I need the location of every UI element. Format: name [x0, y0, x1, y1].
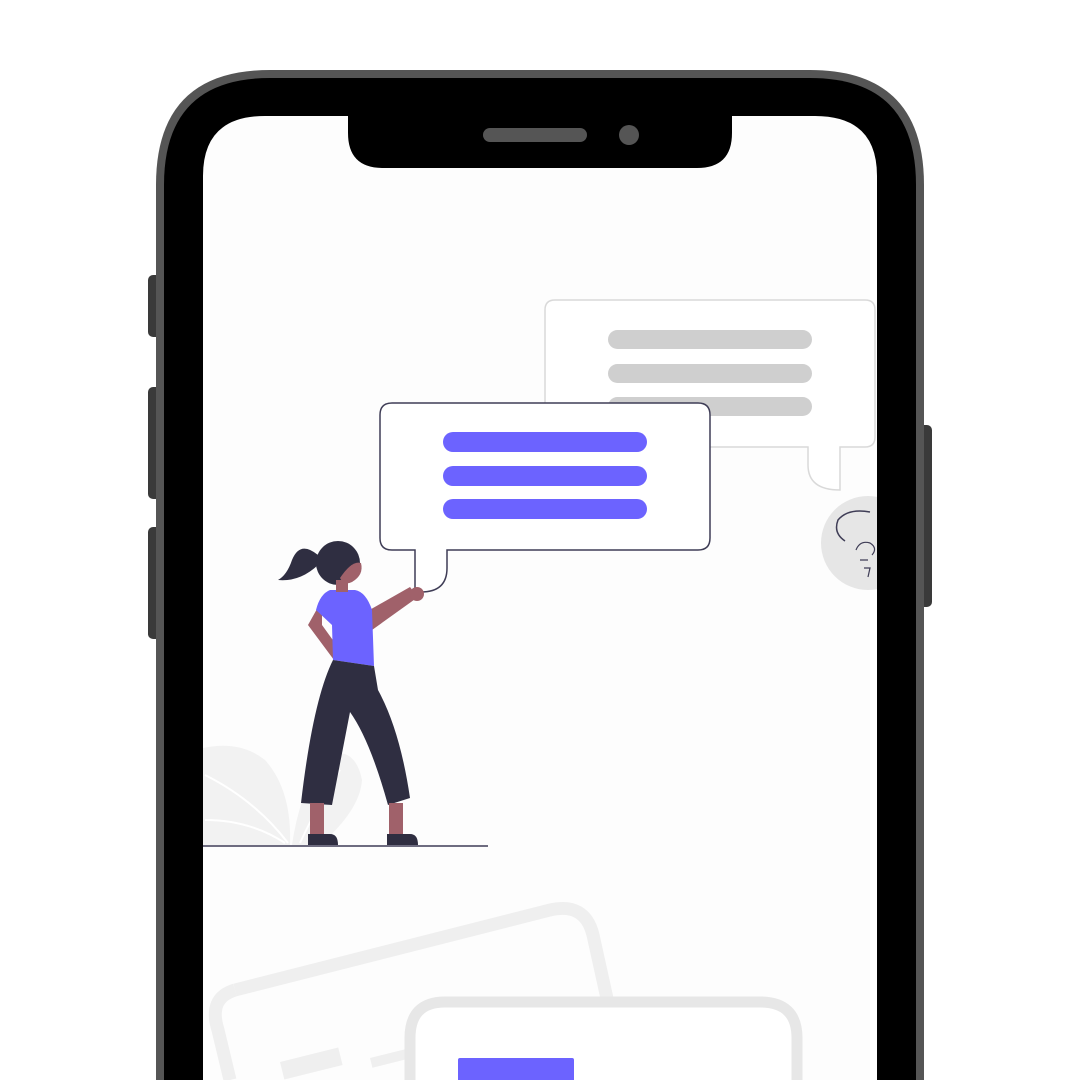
- back-bubble-line-2: [608, 364, 812, 383]
- front-bubble-line-2: [443, 466, 647, 486]
- front-camera: [619, 125, 639, 145]
- illustration-canvas: [0, 0, 1080, 1080]
- front-bubble-line-3: [443, 499, 647, 519]
- back-bubble-line-1: [608, 330, 812, 349]
- phone-chat-illustration: [148, 70, 932, 1080]
- front-bubble-line-1: [443, 432, 647, 452]
- background-card-front: [404, 996, 803, 1080]
- card-accent-bar: [458, 1058, 574, 1080]
- phone-screen: [203, 116, 877, 1080]
- speaker-grille: [483, 128, 587, 142]
